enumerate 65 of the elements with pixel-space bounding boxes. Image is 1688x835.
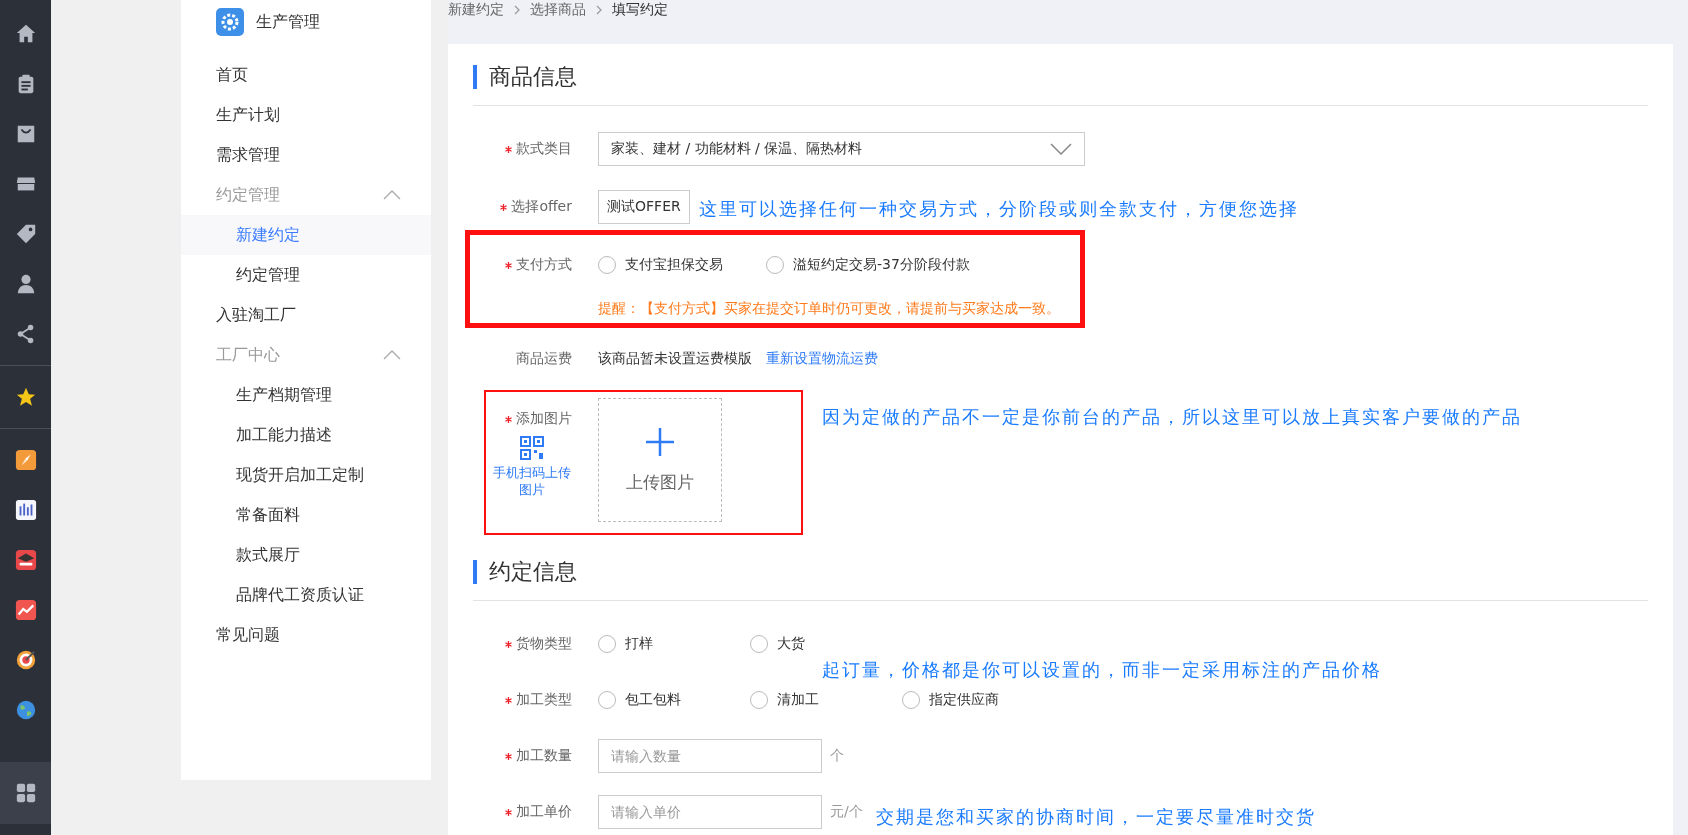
annotation-text: 这里可以选择任何一种交易方式，分阶段或则全款支付，方便您选择 [699, 198, 1299, 220]
field-label: 选择offer [511, 198, 572, 216]
breadcrumb-item: 填写约定 [612, 0, 668, 18]
graduation-cap-app-icon[interactable] [14, 549, 37, 571]
trend-app-icon[interactable] [14, 599, 37, 621]
plus-icon [645, 426, 675, 457]
input-field[interactable]: 请输入数量 [598, 739, 822, 773]
app-title: 生产管理 [256, 11, 320, 33]
sidebar-item[interactable]: 生产档期管理 [181, 375, 431, 415]
annotation-text: 因为定做的产品不一定是你前台的产品，所以这里可以放上真实客户要做的产品 [822, 406, 1522, 428]
compass-app-icon[interactable] [14, 449, 37, 471]
chevron-right-icon [596, 5, 602, 15]
qr-code-icon [520, 436, 544, 460]
field-label: 支付方式 [516, 256, 572, 274]
upload-button[interactable]: 上传图片 [598, 398, 722, 522]
input-field[interactable]: 请输入单价 [598, 795, 822, 829]
tag-icon[interactable] [14, 223, 37, 245]
reminder-text: 提醒：【支付方式】买家在提交订单时仍可更改，请提前与买家达成一致。 [598, 300, 1061, 318]
dropdown-field[interactable]: 测试OFFER [598, 190, 690, 224]
field-label: 添加图片 [516, 410, 572, 428]
sidebar-item[interactable]: 加工能力描述 [181, 415, 431, 455]
sidebar-item[interactable]: 生产计划 [181, 95, 431, 135]
qr-upload-link[interactable]: 手机扫码上传图片 [492, 464, 572, 498]
field-label: 款式类目 [516, 140, 572, 158]
radio-label[interactable]: 指定供应商 [929, 691, 999, 709]
annotation-text: 起订量，价格都是你可以设置的，而非一定采用标注的产品价格 [822, 659, 1382, 681]
sidebar-item[interactable]: 常见问题 [181, 615, 431, 655]
gear-logo-icon [216, 8, 244, 36]
breadcrumb-item[interactable]: 选择商品 [530, 0, 586, 18]
chevron-right-icon [514, 5, 520, 15]
bar-chart-app-icon[interactable] [14, 499, 37, 521]
breadcrumb-item[interactable]: 新建约定 [448, 0, 504, 18]
sidebar-item[interactable]: 首页 [181, 55, 431, 95]
section-title: 商品信息 [489, 63, 577, 91]
reset-shipping-link[interactable]: 重新设置物流运费 [766, 350, 878, 368]
sidebar-item[interactable]: 款式展厅 [181, 535, 431, 575]
radio-label[interactable]: 包工包料 [625, 691, 681, 709]
radio-label[interactable]: 清加工 [777, 691, 819, 709]
sidebar-item[interactable]: 新建约定 [181, 215, 431, 255]
sidebar-item[interactable]: 需求管理 [181, 135, 431, 175]
sidebar-item[interactable]: 约定管理 [181, 255, 431, 295]
dropdown-field[interactable]: 家装、建材 / 功能材料 / 保温、隔热材料 [598, 132, 1085, 166]
globe-icon[interactable] [14, 699, 37, 721]
unit-label: 个 [830, 747, 844, 765]
home-icon[interactable] [14, 23, 37, 45]
chevron-down-icon [1050, 143, 1072, 155]
sidebar-item[interactable]: 常备面料 [181, 495, 431, 535]
sidebar-item[interactable]: 入驻淘工厂 [181, 295, 431, 335]
annotation-text: 交期是您和买家的协商时间，一定要尽量准时交货 [876, 806, 1316, 828]
field-label: 加工数量 [516, 747, 572, 765]
unit-label: 元/个 [830, 803, 863, 821]
field-label: 货物类型 [516, 635, 572, 653]
target-icon[interactable] [14, 649, 37, 671]
radio-label[interactable]: 溢短约定交易-37分阶段付款 [793, 256, 970, 274]
field-label: 加工类型 [516, 691, 572, 709]
field-value: 该商品暂未设置运费模版 [598, 350, 752, 368]
sidebar-item[interactable]: 现货开启加工定制 [181, 455, 431, 495]
radio-label[interactable]: 打样 [625, 635, 653, 653]
grid-icon[interactable] [14, 782, 37, 804]
section-title: 约定信息 [489, 558, 577, 586]
field-label: 商品运费 [516, 350, 572, 368]
sidebar-item[interactable]: 品牌代工资质认证 [181, 575, 431, 615]
radio-label[interactable]: 支付宝担保交易 [625, 256, 723, 274]
radio-label[interactable]: 大货 [777, 635, 805, 653]
field-label: 加工单价 [516, 803, 572, 821]
